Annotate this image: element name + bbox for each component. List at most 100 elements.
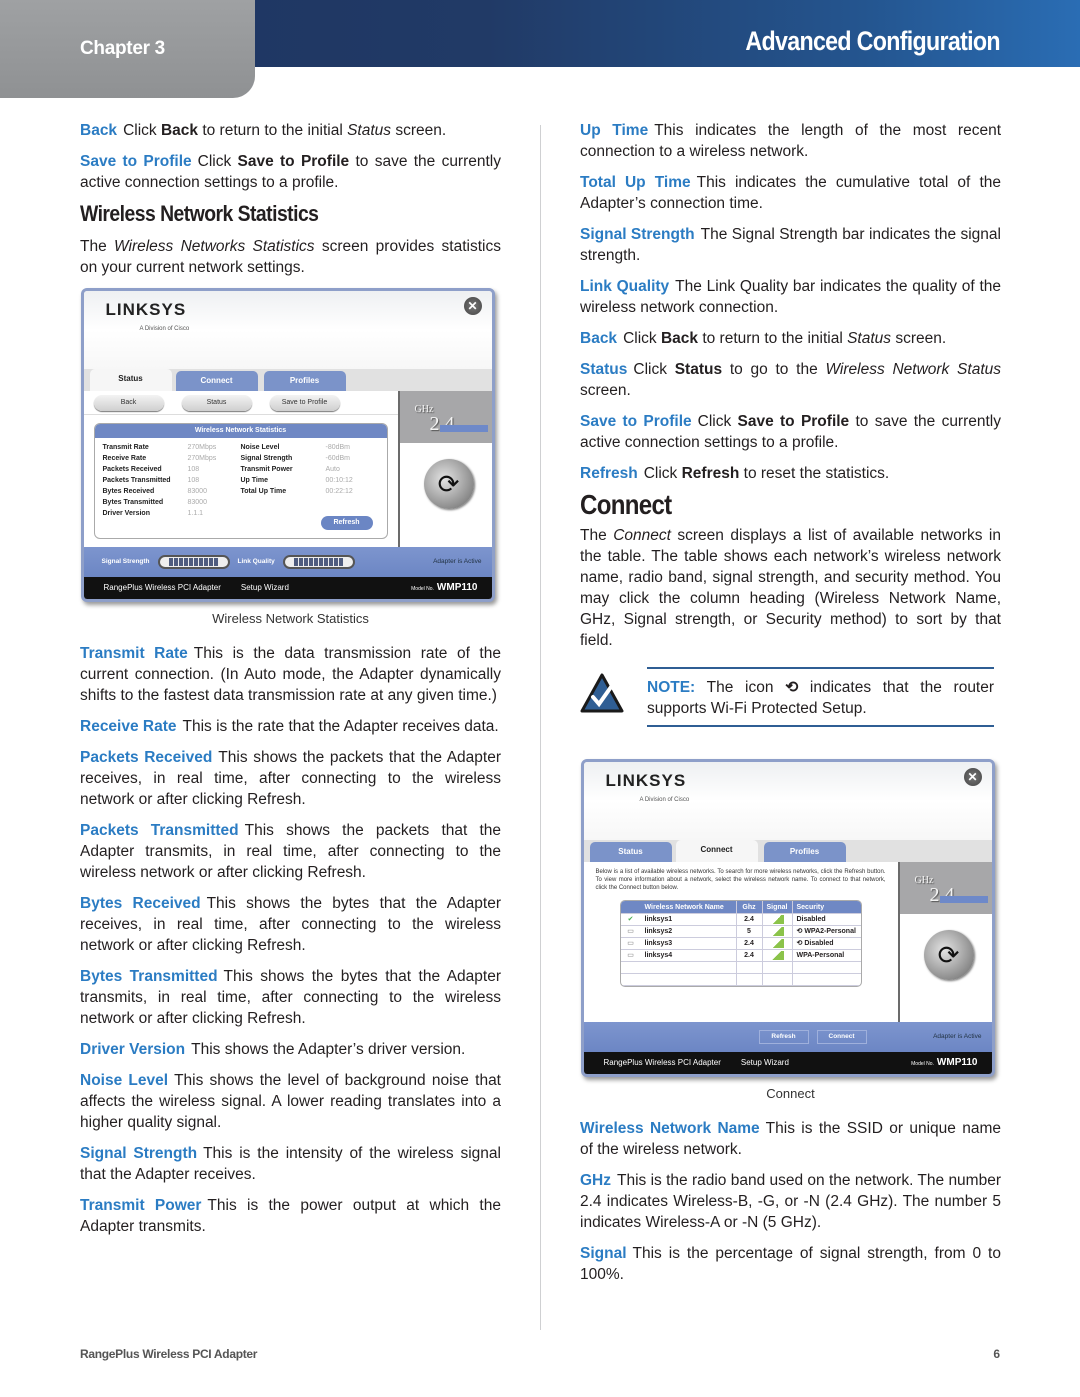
term: Signal Strength (80, 1145, 198, 1162)
text-italic: Connect (613, 527, 671, 544)
network-name: linksys3 (641, 938, 737, 949)
definition-entry: Signal Strength This is the intensity of … (80, 1143, 501, 1185)
text: Click (123, 122, 161, 139)
tab-profiles[interactable]: Profiles (263, 371, 346, 391)
stat-value: -60dBm (325, 455, 351, 462)
text: to return to the initial (198, 122, 348, 139)
table-row[interactable]: ▭ linksys2 5 ⟲ WPA2-Personal (620, 926, 861, 938)
tab-profiles[interactable]: Profiles (763, 842, 846, 862)
entry-status: Status Click Status to go to the Wireless… (580, 359, 1001, 401)
term: Signal (580, 1245, 627, 1262)
column-signal[interactable]: Signal (763, 901, 793, 913)
term: Receive Rate (80, 718, 177, 735)
text: Click (197, 153, 238, 170)
section-heading-statistics: Wireless Network Statistics (80, 201, 319, 226)
stat-value: -80dBm (325, 444, 351, 451)
column-network-name[interactable]: Wireless Network Name (641, 901, 737, 913)
stat-row: Bytes Received 83000 (103, 487, 241, 498)
definition-entry: Link Quality The Link Quality bar indicat… (580, 276, 1001, 318)
figure-caption: Connect (766, 1086, 815, 1101)
tab-status[interactable]: Status (89, 369, 172, 391)
connect-button[interactable]: Connect (816, 1030, 867, 1044)
model-value: WMP110 (936, 1056, 978, 1068)
wps-icon: ⟲ (785, 679, 799, 696)
entry-back: Back Click Back to return to the initial … (580, 328, 1001, 349)
stat-row: Transmit Power Auto (241, 465, 379, 476)
term: Bytes Received (80, 895, 201, 912)
stat-label: Bytes Received (102, 488, 155, 495)
connect-screenshot: LINKSYS A Division of Cisco ✕ Status Con… (580, 759, 1001, 1077)
wps-icon[interactable]: ⟳ (923, 930, 974, 980)
stat-row: Bytes Transmitted 83000 (103, 498, 241, 509)
stat-row: Packets Transmitted 108 (103, 476, 241, 487)
term: Total Up Time (580, 174, 691, 191)
network-security: Disabled (793, 914, 861, 925)
network-name: linksys1 (641, 914, 737, 925)
refresh-button[interactable]: Refresh (758, 1030, 809, 1044)
band-indicator: 2.4 GHz (899, 862, 992, 914)
note-text: NOTE: The icon ⟲ indicates that the rout… (647, 667, 994, 727)
status-bar: Signal Strength Link Quality Adapter is … (83, 547, 492, 577)
network-ghz: 5 (737, 926, 763, 937)
text: to return to the initial (698, 330, 848, 347)
empty-row (620, 974, 861, 986)
entry-save-to-profile: Save to Profile Click Save to Profile to … (80, 151, 501, 193)
signal-bars-icon (770, 950, 784, 960)
term: Save to Profile (580, 413, 692, 430)
table-row[interactable]: ✔ linksys1 2.4 Disabled (620, 914, 861, 926)
setup-wizard-link[interactable]: Setup Wizard (241, 583, 289, 593)
stat-label: Total Up Time (240, 488, 287, 495)
text: screen. (891, 330, 947, 347)
term: Link Quality (580, 278, 670, 295)
button-row: Back Status Save to Profile (83, 391, 398, 415)
term: Status (580, 361, 628, 378)
statistics-panel-title: Wireless Network Statistics (94, 424, 387, 438)
wps-icon[interactable]: ⟳ (423, 459, 474, 509)
page-number: 6 (993, 1347, 1000, 1361)
definition: This is the rate that the Adapter receiv… (182, 718, 499, 735)
term: Driver Version (80, 1041, 186, 1058)
tab-connect[interactable]: Connect (675, 840, 758, 862)
tab-connect[interactable]: Connect (175, 371, 258, 391)
close-icon[interactable]: ✕ (463, 297, 482, 315)
term: Noise Level (80, 1072, 169, 1089)
close-icon[interactable]: ✕ (963, 768, 982, 786)
network-ghz: 2.4 (737, 914, 763, 925)
model-value: WMP110 (436, 581, 478, 593)
save-to-profile-button[interactable]: Save to Profile (269, 395, 340, 411)
stat-row: Up Time 00:10:12 (241, 476, 379, 487)
back-button[interactable]: Back (93, 395, 164, 411)
text-italic: Status (347, 122, 392, 139)
stat-value: Auto (325, 466, 340, 473)
stat-label: Receive Rate (102, 455, 147, 462)
definition-entry: Wireless Network Name This is the SSID or… (580, 1118, 1001, 1160)
setup-wizard-link[interactable]: Setup Wizard (741, 1058, 789, 1068)
model-prefix: Model No. (411, 585, 434, 592)
definition-entry: Packets Transmitted This shows the packet… (80, 820, 501, 883)
stat-value: 108 (187, 466, 200, 473)
definition-entry: Bytes Received This shows the bytes that … (80, 893, 501, 956)
stat-label: Packets Received (102, 466, 162, 473)
term: Back (80, 122, 118, 139)
table-row[interactable]: ▭ linksys3 2.4 ⟲ Disabled (620, 938, 861, 950)
signal-strength-label: Signal Strength (101, 558, 150, 565)
signal-icon (763, 926, 793, 937)
refresh-button[interactable]: Refresh (320, 516, 373, 530)
column-ghz[interactable]: Ghz (737, 901, 763, 913)
signal-bars-icon (770, 914, 784, 924)
definition-entry: Up Time This indicates the length of the … (580, 120, 1001, 162)
status-button[interactable]: Status (181, 395, 252, 411)
definition-entry: Receive Rate This is the rate that the Ad… (80, 716, 501, 737)
stat-value: 83000 (187, 488, 207, 495)
tab-status[interactable]: Status (589, 842, 672, 862)
network-name: linksys2 (641, 926, 737, 937)
term: Wireless Network Name (580, 1120, 760, 1137)
text: screen. (580, 382, 631, 399)
model-number: Model No. WMP110 (911, 1056, 978, 1069)
chapter-title: Advanced Configuration (745, 26, 1001, 56)
text-bold: Status (674, 361, 723, 378)
stat-value: 83000 (187, 499, 207, 506)
column-security[interactable]: Security (793, 901, 861, 913)
stat-row: Packets Received 108 (103, 465, 241, 476)
table-row[interactable]: ▭ linksys4 2.4 WPA-Personal (620, 950, 861, 962)
